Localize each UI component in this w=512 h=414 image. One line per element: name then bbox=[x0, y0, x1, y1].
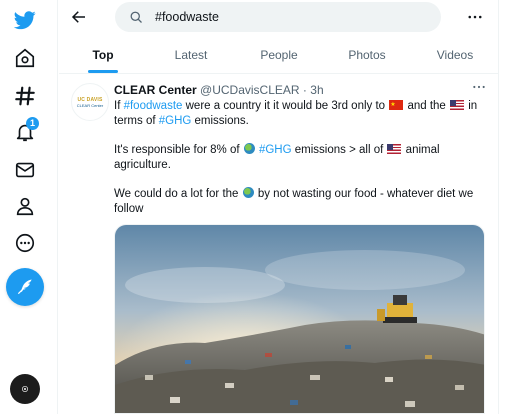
text-span: were a country it it would be 3rd only t… bbox=[182, 100, 389, 112]
text-span: We could do a lot for the bbox=[114, 188, 242, 200]
left-nav-rail: 1 bbox=[0, 0, 58, 414]
tweet-paragraph-1: If #foodwaste were a country it it would… bbox=[114, 98, 489, 129]
hashtag-ghg[interactable]: #GHG bbox=[159, 115, 192, 127]
notifications-bell-icon[interactable]: 1 bbox=[7, 114, 43, 150]
tab-photos[interactable]: Photos bbox=[323, 36, 411, 73]
hashtag-foodwaste[interactable]: #foodwaste bbox=[124, 100, 183, 112]
more-circle-icon[interactable] bbox=[7, 225, 43, 261]
tab-videos[interactable]: Videos bbox=[411, 36, 499, 73]
china-flag-icon bbox=[389, 98, 404, 113]
more-options-icon[interactable] bbox=[464, 6, 486, 28]
notifications-badge: 1 bbox=[26, 117, 39, 130]
avatar-logo-text-bottom: CLEAR Center bbox=[76, 102, 104, 108]
tweet-paragraph-2: It's responsible for 8% of #GHG emission… bbox=[114, 143, 489, 173]
tab-latest[interactable]: Latest bbox=[147, 36, 235, 73]
tab-people[interactable]: People bbox=[235, 36, 323, 73]
text-span: emissions > all of bbox=[291, 144, 387, 156]
tab-top[interactable]: Top bbox=[59, 36, 147, 73]
search-box[interactable] bbox=[115, 2, 441, 32]
tweet-text: If #foodwaste were a country it it would… bbox=[114, 98, 489, 231]
tweet-media-image[interactable] bbox=[114, 224, 485, 414]
author-avatar[interactable]: UC DAVIS CLEAR Center bbox=[71, 83, 109, 121]
author-handle[interactable]: @UCDavisCLEAR bbox=[200, 83, 300, 97]
search-tabs: Top Latest People Photos Videos bbox=[59, 36, 499, 74]
profile-person-icon[interactable] bbox=[7, 188, 43, 224]
us-flag-icon bbox=[450, 100, 465, 110]
search-input[interactable] bbox=[155, 10, 425, 24]
search-header bbox=[59, 0, 499, 36]
account-avatar[interactable] bbox=[10, 374, 40, 404]
text-span: It's responsible for 8% of bbox=[114, 144, 243, 156]
messages-envelope-icon[interactable] bbox=[7, 152, 43, 188]
tweet[interactable]: UC DAVIS CLEAR Center CLEAR Center @UCDa… bbox=[59, 75, 499, 414]
compose-tweet-button[interactable] bbox=[6, 268, 44, 306]
tweet-time[interactable]: 3h bbox=[310, 83, 323, 97]
tweet-paragraph-3: We could do a lot for the by not wasting… bbox=[114, 187, 489, 217]
globe-icon bbox=[242, 187, 254, 198]
back-arrow-icon[interactable] bbox=[68, 6, 90, 28]
us-flag-icon bbox=[387, 144, 402, 154]
tweet-header: CLEAR Center @UCDavisCLEAR · 3h bbox=[114, 83, 324, 97]
compose-tweet-icon bbox=[17, 279, 32, 295]
author-name[interactable]: CLEAR Center bbox=[114, 83, 197, 97]
twitter-logo-icon[interactable] bbox=[7, 2, 43, 38]
tweet-more-icon[interactable] bbox=[471, 79, 487, 98]
globe-icon bbox=[243, 143, 255, 154]
search-results-column: Top Latest People Photos Videos UC DAVIS… bbox=[59, 0, 499, 414]
home-icon[interactable] bbox=[7, 40, 43, 76]
search-icon bbox=[129, 9, 145, 25]
text-span: emissions. bbox=[191, 115, 249, 127]
explore-hashtag-icon[interactable] bbox=[7, 78, 43, 114]
time-separator: · bbox=[302, 83, 307, 97]
hashtag-ghg[interactable]: #GHG bbox=[259, 144, 292, 156]
text-span: and the bbox=[404, 100, 450, 112]
text-span: If bbox=[114, 100, 124, 112]
